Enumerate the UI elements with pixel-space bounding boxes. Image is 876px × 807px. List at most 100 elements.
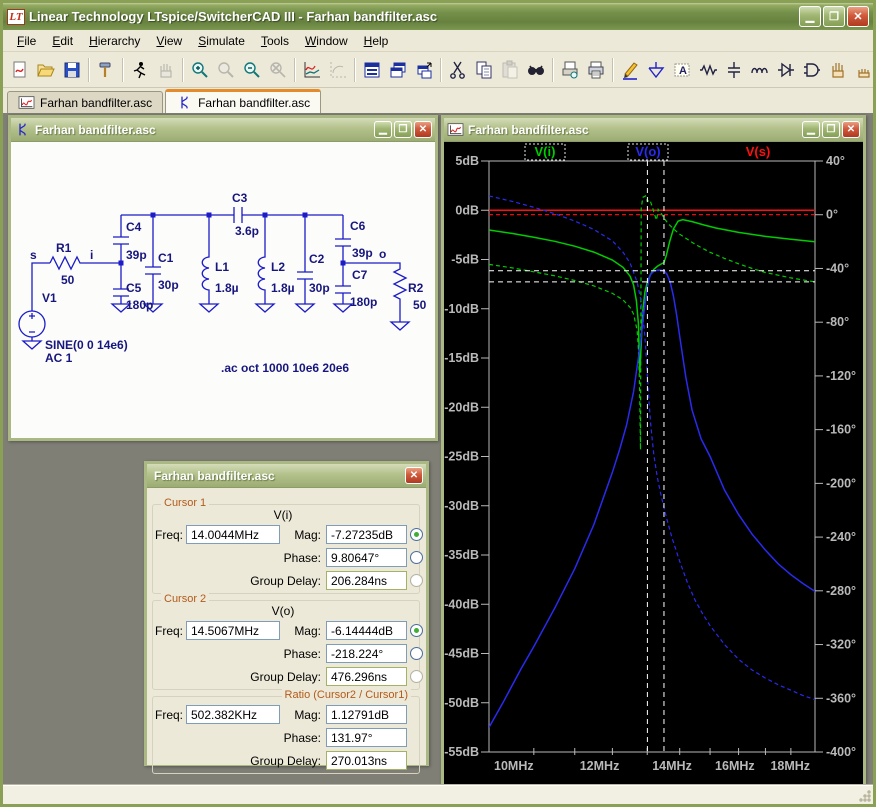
control-panel-button[interactable] [93,57,119,83]
resistor-icon [698,60,718,80]
axis-tick-label: -20dB [444,400,479,414]
ref-C1: C1 [158,251,174,265]
cascade-windows-icon [388,60,408,80]
print-button[interactable] [583,57,609,83]
find-button[interactable] [523,57,549,83]
cursor1-group-delay-value[interactable]: 206.284ns [326,571,407,590]
maximize-button[interactable]: ❐ [823,6,845,27]
schematic-close-button[interactable]: ✕ [414,121,432,138]
new-schematic-button[interactable] [7,57,33,83]
menu-file[interactable]: File [9,31,44,51]
wire-button[interactable] [617,57,643,83]
plot-maximize-button[interactable]: ❐ [822,121,840,138]
menu-edit[interactable]: Edit [44,31,81,51]
cursor2-group-delay-value[interactable]: 476.296ns [326,667,407,686]
open-button[interactable] [33,57,59,83]
ratio-phase-value[interactable]: 131.97° [326,728,407,747]
tile-windows-button[interactable] [359,57,385,83]
legend-V(o)[interactable]: V(o) [635,144,660,159]
zoom-in-button[interactable] [187,57,213,83]
axis-tick-label: -55dB [444,745,479,759]
cursor2-mag-radio[interactable] [410,624,423,637]
move-button[interactable] [825,57,851,83]
tabsch-icon [176,95,193,110]
plot-window-title: Farhan bandfilter.asc [468,123,802,137]
schematic-maximize-button[interactable]: ❐ [394,121,412,138]
plot-close-button[interactable]: ✕ [842,121,860,138]
save-button[interactable] [59,57,85,83]
halt-button [153,57,179,83]
copy-button[interactable] [471,57,497,83]
cursor2-mag-value[interactable]: -6.14444dB [326,621,407,640]
toolbar-separator [88,58,90,82]
tab-bar: Farhan bandfilter.ascFarhan bandfilter.a… [3,89,873,113]
axis-tick-label: -45dB [444,647,479,661]
legend-V(s)[interactable]: V(s) [746,144,771,159]
plot-titlebar[interactable]: Farhan bandfilter.asc ▁ ❐ ✕ [444,118,863,141]
cursor1-mag-value[interactable]: -7.27235dB [326,525,407,544]
tab-waveform[interactable]: Farhan bandfilter.asc [7,91,163,113]
legend-V(i)[interactable]: V(i) [535,144,556,159]
run-button[interactable] [127,57,153,83]
node-label-o: o [379,247,386,261]
cascade-windows-button[interactable] [385,57,411,83]
val-L2: 1.8µ [271,281,295,295]
axis-tick-label: -30dB [444,499,479,513]
schematic-canvas[interactable]: s i o R1 50 V1 SINE(0 0 14e6) AC 1 C4 39… [11,141,435,438]
v1-sine-text: SINE(0 0 14e6) [45,338,128,352]
zoom-out-button[interactable] [239,57,265,83]
plot-minimize-button[interactable]: ▁ [802,121,820,138]
print-preview-button[interactable] [557,57,583,83]
ratio-group-delay-value[interactable]: 270.013ns [326,751,407,770]
plot-window-icon [447,122,464,137]
cursor2-phase-value[interactable]: -218.224° [326,644,407,663]
new-schematic-icon [10,60,30,80]
menu-tools[interactable]: Tools [253,31,297,51]
menu-help[interactable]: Help [356,31,397,51]
tab-schematic[interactable]: Farhan bandfilter.asc [165,89,321,113]
waveform-plot-area[interactable]: 5dB0dB-5dB-10dB-15dB-20dB-25dB-30dB-35dB… [444,141,863,785]
cursor1-mag-radio[interactable] [410,528,423,541]
component-button[interactable] [799,57,825,83]
close-button[interactable]: ✕ [847,6,869,27]
schematic-titlebar[interactable]: Farhan bandfilter.asc ▁ ❐ ✕ [11,118,435,141]
cursor1-phase-radio[interactable] [410,551,423,564]
axis-tick-label: -5dB [451,253,479,267]
resistor-button[interactable] [695,57,721,83]
cursor1-phase-value[interactable]: 9.80647° [326,548,407,567]
cursor1-trace-name: V(i) [183,508,383,522]
diode-button[interactable] [773,57,799,83]
plot-settings-icon [328,60,348,80]
axis-tick-label: -200° [826,476,856,490]
cursor2-mag-label: Mag: [213,624,321,638]
cursor-dialog-titlebar[interactable]: Farhan bandfilter.asc ✕ [147,464,426,487]
ref-C2: C2 [309,252,325,266]
ratio-mag-value[interactable]: 1.12791dB [326,705,407,724]
ratio-mag-label: Mag: [213,708,321,722]
schematic-minimize-button[interactable]: ▁ [374,121,392,138]
minimize-button[interactable]: ▁ [799,6,821,27]
copy-icon [474,60,494,80]
menu-view[interactable]: View [148,31,190,51]
capacitor-button[interactable] [721,57,747,83]
print-icon [586,60,606,80]
resize-grip[interactable] [858,789,871,802]
cursor2-phase-radio[interactable] [410,647,423,660]
cut-button[interactable] [445,57,471,83]
tabwave-icon [18,95,35,110]
autorange-button[interactable] [299,57,325,83]
drag-button[interactable] [851,57,876,83]
menu-window[interactable]: Window [297,31,356,51]
spice-directive: .ac oct 1000 10e6 20e6 [221,361,349,375]
val-R2: 50 [413,298,427,312]
axis-tick-label: -40° [826,261,849,275]
menu-hierarchy[interactable]: Hierarchy [81,31,148,51]
menu-simulate[interactable]: Simulate [190,31,253,51]
cursor-dialog-close-button[interactable]: ✕ [405,467,423,484]
schematic-window: Farhan bandfilter.asc ▁ ❐ ✕ [8,115,438,441]
val-C4: 39p [126,248,147,262]
net-label-button[interactable] [669,57,695,83]
arrange-windows-button[interactable] [411,57,437,83]
inductor-button[interactable] [747,57,773,83]
ground-button[interactable] [643,57,669,83]
